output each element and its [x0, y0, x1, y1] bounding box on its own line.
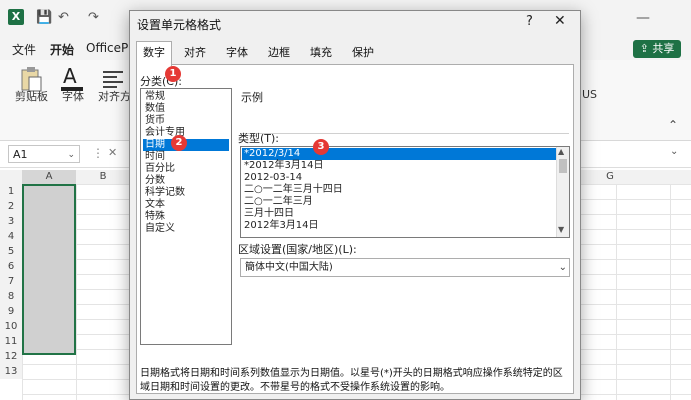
clipboard-group-label: 剪贴板: [15, 90, 48, 103]
format-description: 日期格式将日期和时间系列数值显示为日期值。以星号(*)开头的日期格式响应操作系统…: [140, 368, 563, 393]
row-header[interactable]: 7: [0, 274, 22, 289]
tab-alignment[interactable]: 对齐: [178, 42, 212, 64]
name-box-value: A1: [13, 148, 28, 161]
chevron-down-icon[interactable]: ⌄: [559, 259, 567, 276]
chevron-down-icon[interactable]: ⌄: [67, 146, 75, 164]
tab-home[interactable]: 开始: [50, 41, 75, 62]
category-item[interactable]: 文本: [143, 199, 229, 211]
category-item[interactable]: 科学记数: [143, 187, 229, 199]
ribbon-us-label: US: [582, 88, 598, 101]
cancel-formula-icon[interactable]: ✕: [108, 146, 117, 159]
category-item[interactable]: 自定义: [143, 223, 229, 235]
column-header-g[interactable]: G: [583, 170, 637, 184]
column-header-b[interactable]: B: [76, 170, 130, 184]
locale-label: 区域设置(国家/地区)(L):: [238, 243, 357, 256]
tab-file[interactable]: 文件: [12, 41, 36, 58]
tab-protection[interactable]: 保护: [346, 42, 380, 64]
close-button[interactable]: ✕: [554, 13, 566, 29]
scrollbar-thumb[interactable]: [559, 159, 567, 173]
excel-logo-icon: X: [8, 9, 24, 25]
row-header[interactable]: 3: [0, 214, 22, 229]
redo-icon[interactable]: ↷: [88, 10, 99, 25]
name-box[interactable]: A1 ⌄: [8, 145, 80, 163]
row-header[interactable]: 9: [0, 304, 22, 319]
format-cells-dialog: 设置单元格格式 ? ✕ 数字 对齐 字体 边框 填充 保护 分类(C): 常规 …: [129, 10, 581, 400]
row-header[interactable]: 10: [0, 319, 22, 334]
category-item[interactable]: 特殊: [143, 211, 229, 223]
category-item[interactable]: 分数: [143, 175, 229, 187]
undo-icon[interactable]: ↶: [58, 10, 69, 25]
row-header[interactable]: 8: [0, 289, 22, 304]
locale-select[interactable]: 簡体中文(中国大陆) ⌄: [240, 258, 570, 277]
save-icon[interactable]: 💾: [36, 10, 52, 25]
type-item-selected[interactable]: *2012/3/14: [242, 148, 557, 160]
step-badge-2: 2: [171, 135, 187, 151]
row-header[interactable]: 4: [0, 229, 22, 244]
tab-number[interactable]: 数字: [136, 41, 172, 66]
category-item[interactable]: 数值: [143, 103, 229, 115]
selected-range[interactable]: [22, 184, 76, 355]
dialog-title: 设置单元格格式: [137, 18, 222, 32]
type-list-scrollbar[interactable]: ▲ ▼: [556, 147, 569, 237]
share-button[interactable]: ⇪ 共享: [633, 40, 681, 58]
type-item[interactable]: 二○一二年三月: [242, 196, 557, 208]
font-a-icon[interactable]: A: [59, 64, 85, 91]
tab-fill[interactable]: 填充: [304, 42, 338, 64]
type-item[interactable]: 三月十四日: [242, 208, 557, 220]
type-item[interactable]: *2012年3月14日: [242, 160, 557, 172]
font-group-label: 字体: [62, 90, 84, 103]
locale-value: 簡体中文(中国大陆): [245, 262, 333, 273]
category-item[interactable]: 时间: [143, 151, 229, 163]
tab-border[interactable]: 边框: [262, 42, 296, 64]
tab-font[interactable]: 字体: [220, 42, 254, 64]
column-header-a[interactable]: A: [22, 170, 76, 184]
svg-text:A: A: [63, 64, 77, 88]
step-badge-3: 3: [313, 139, 329, 155]
category-item[interactable]: 百分比: [143, 163, 229, 175]
share-icon: ⇪: [639, 42, 653, 55]
minimize-icon[interactable]: —: [636, 10, 650, 26]
category-item[interactable]: 货币: [143, 115, 229, 127]
row-header[interactable]: 12: [0, 349, 22, 364]
row-header[interactable]: 2: [0, 199, 22, 214]
scroll-up-icon[interactable]: ▲: [558, 147, 564, 156]
step-badge-1: 1: [165, 66, 181, 82]
expand-formula-icon[interactable]: ⌄: [670, 146, 678, 157]
row-header[interactable]: 13: [0, 364, 22, 379]
scroll-down-icon[interactable]: ▼: [558, 225, 564, 234]
row-header[interactable]: 1: [0, 184, 22, 199]
ribbon-collapse-icon[interactable]: ⌃: [668, 118, 678, 132]
type-item[interactable]: 2012-03-14: [242, 172, 557, 184]
row-header[interactable]: 5: [0, 244, 22, 259]
sample-preview: [241, 103, 569, 134]
type-item[interactable]: 2012年3月14日: [242, 220, 557, 232]
category-list[interactable]: 常规 数值 货币 会计专用 日期 时间 百分比 分数 科学记数 文本 特殊 自定…: [140, 88, 232, 345]
help-button[interactable]: ?: [526, 14, 533, 29]
category-item[interactable]: 会计专用: [143, 127, 229, 139]
share-label: 共享: [652, 42, 675, 55]
row-header[interactable]: 6: [0, 259, 22, 274]
formula-separator-icon: ⋮: [92, 146, 104, 160]
type-list[interactable]: *2012/3/14 *2012年3月14日 2012-03-14 二○一二年三…: [240, 146, 570, 238]
category-item[interactable]: 常规: [143, 91, 229, 103]
type-item[interactable]: 二○一二年三月十四日: [242, 184, 557, 196]
type-label: 类型(T):: [238, 132, 280, 145]
row-header[interactable]: 11: [0, 334, 22, 349]
